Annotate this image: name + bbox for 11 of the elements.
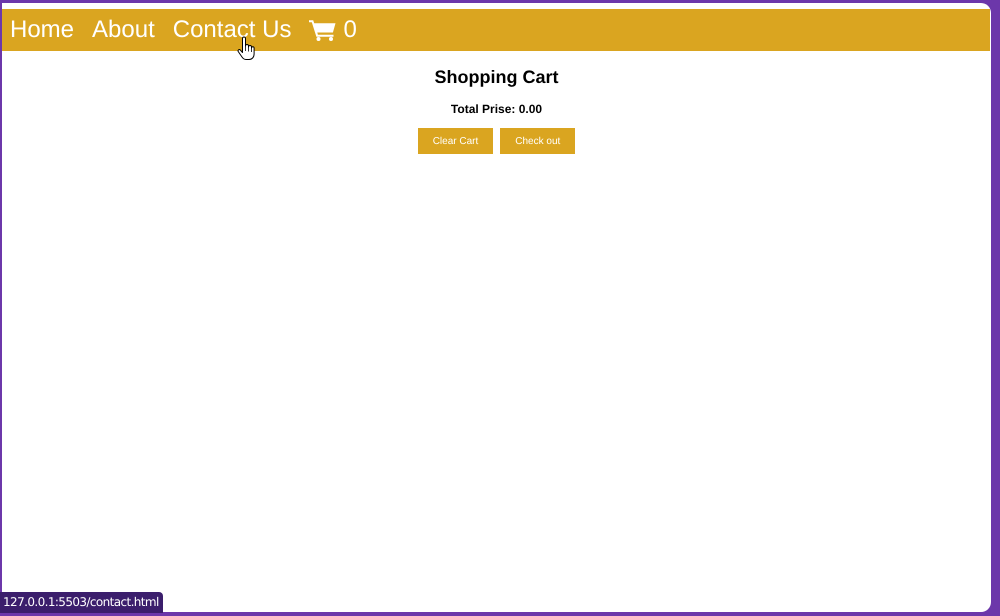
cart-title: Shopping Cart	[434, 66, 558, 88]
link-url-status: 127.0.0.1:5503/contact.html	[0, 592, 163, 613]
cart-count: 0	[343, 16, 357, 44]
total-price: Total Prise: 0.00	[450, 102, 542, 116]
clear-cart-button[interactable]: Clear Cart	[418, 128, 494, 154]
shopping-cart-icon[interactable]	[309, 19, 336, 41]
nav-link[interactable]: Home	[10, 16, 74, 44]
nav-link[interactable]: Contact Us	[172, 16, 292, 44]
hand-cursor-icon	[237, 36, 255, 61]
checkout-button[interactable]: Check out	[500, 128, 576, 154]
nav-link[interactable]: About	[92, 16, 155, 44]
